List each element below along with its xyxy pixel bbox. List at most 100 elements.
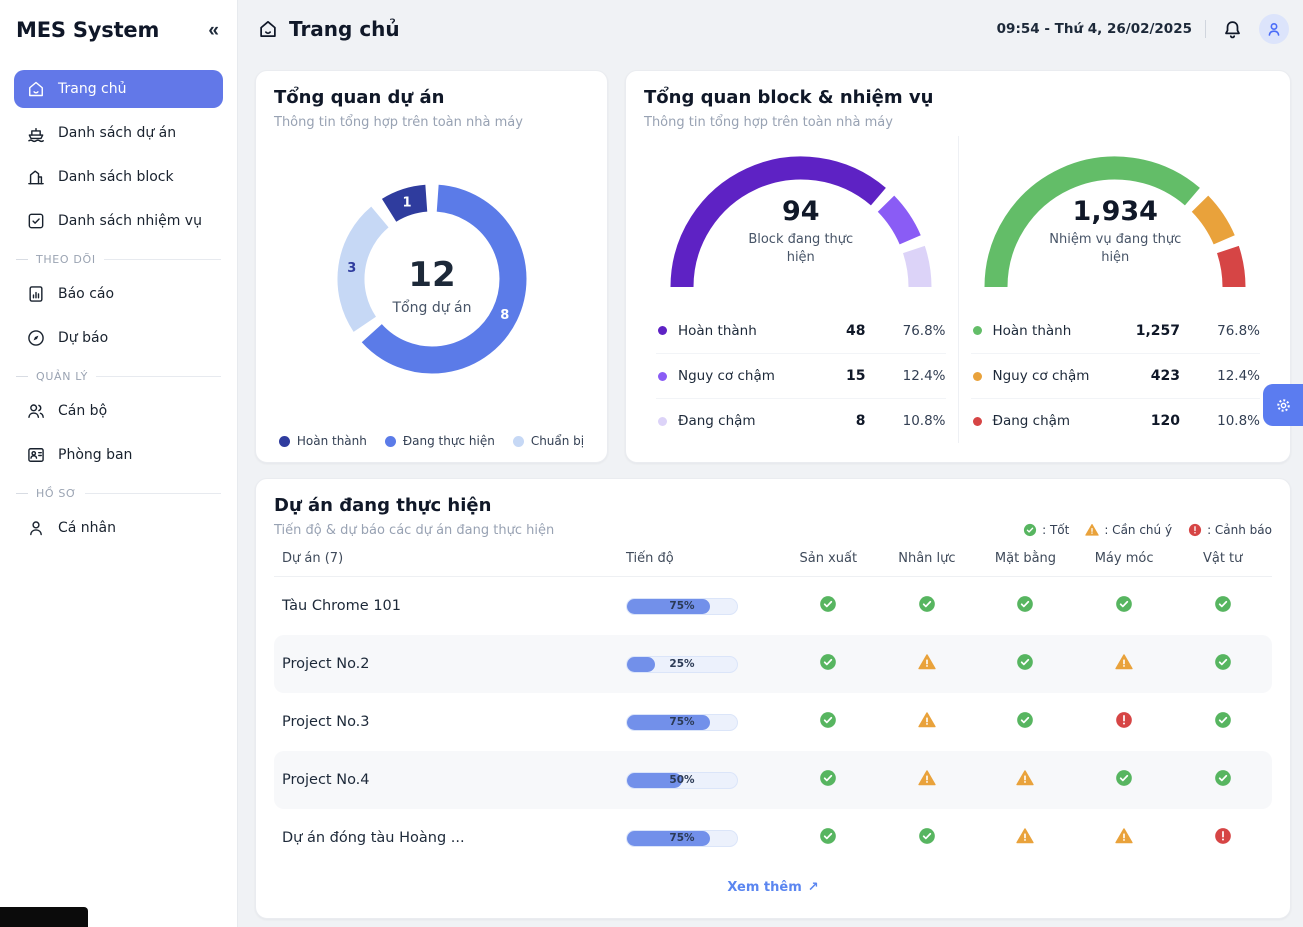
status-cell: [976, 769, 1075, 791]
ship-icon: [26, 123, 46, 143]
card-title: Tổng quan dự án: [274, 87, 589, 108]
sidebar-item-label: Cán bộ: [58, 403, 107, 419]
svg-text:3: 3: [347, 261, 356, 276]
sidebar-item-tasks[interactable]: Danh sách nhiệm vụ: [14, 202, 223, 240]
card-subtitle: Tiến độ & dự báo các dự án đang thực hiệ…: [274, 523, 554, 538]
task-count-label: Nhiệm vụ đang thực hiện: [1049, 231, 1181, 266]
status-cell: [878, 595, 977, 617]
status-cell: [976, 827, 1075, 849]
status-good-icon: [1016, 711, 1034, 729]
status-good-icon: [918, 595, 936, 613]
status-cell: [1173, 769, 1272, 791]
status-cell: [878, 711, 977, 733]
sidebar-item-projects[interactable]: Danh sách dự án: [14, 114, 223, 152]
column-header: Máy móc: [1075, 551, 1174, 566]
status-cell: [779, 653, 878, 675]
svg-text:1: 1: [402, 196, 411, 211]
sidebar-section-monitoring: THEO DÕI: [16, 253, 221, 266]
gauge-legend-row: Hoàn thành 48 76.8%: [656, 308, 946, 353]
home-icon: [257, 18, 279, 40]
status-cell: [1075, 653, 1174, 675]
table-row[interactable]: Project No.3 75%: [274, 693, 1272, 751]
status-cell: [1173, 711, 1272, 733]
column-header: Tiến độ: [619, 551, 779, 566]
status-good-icon: [819, 653, 837, 671]
status-cell: [1075, 595, 1174, 617]
sidebar-item-blocks[interactable]: Danh sách block: [14, 158, 223, 196]
gear-icon: [1274, 396, 1293, 415]
svg-text:12: 12: [408, 255, 455, 295]
project-name-cell: Tàu Chrome 101: [274, 598, 619, 614]
status-good-icon: [819, 827, 837, 845]
sidebar-section-management: QUẢN LÝ: [16, 370, 221, 383]
sidebar-item-forecast[interactable]: Dự báo: [14, 319, 223, 357]
column-header: Sản xuất: [779, 551, 878, 566]
id-card-icon: [26, 445, 46, 465]
sidebar-item-label: Danh sách block: [58, 169, 174, 185]
gauge-legend-row: Nguy cơ chậm 423 12.4%: [971, 353, 1261, 398]
svg-text:Tổng dự án: Tổng dự án: [391, 299, 471, 316]
page-title: Trang chủ: [257, 17, 400, 41]
progress-cell: 75%: [619, 598, 779, 615]
status-legend-item: : Cần chú ý: [1085, 523, 1172, 537]
status-warn-icon: [1115, 827, 1133, 845]
progress-cell: 75%: [619, 714, 779, 731]
sidebar-item-staff[interactable]: Cán bộ: [14, 392, 223, 430]
column-header: Vật tư: [1173, 551, 1272, 566]
status-warn-icon: [918, 769, 936, 787]
home-icon: [26, 79, 46, 99]
project-name-cell: Project No.3: [274, 714, 619, 730]
browser-status-bubble: [0, 907, 88, 927]
see-more-link[interactable]: Xem thêm ↗: [274, 867, 1272, 901]
table-row[interactable]: Tàu Chrome 101 75%: [274, 577, 1272, 635]
status-cell: [1173, 653, 1272, 675]
card-title: Tổng quan block & nhiệm vụ: [644, 87, 1272, 108]
table-row[interactable]: Dự án đóng tàu Hoàng ... 75%: [274, 809, 1272, 867]
sidebar-collapse-button[interactable]: «: [208, 21, 219, 40]
sidebar-header: MES System «: [16, 18, 219, 42]
status-cell: [779, 827, 878, 849]
report-icon: [26, 284, 46, 304]
project-donut-chart: 83112Tổng dự án: [274, 130, 589, 432]
status-cell: [976, 711, 1075, 733]
sidebar-item-departments[interactable]: Phòng ban: [14, 436, 223, 474]
user-avatar[interactable]: [1259, 14, 1289, 44]
gauge-legend-row: Hoàn thành 1,257 76.8%: [971, 308, 1261, 353]
sidebar-item-home[interactable]: Trang chủ: [14, 70, 223, 108]
compass-icon: [26, 328, 46, 348]
status-good-icon: [819, 595, 837, 613]
progress-cell: 25%: [619, 656, 779, 673]
notifications-button[interactable]: [1219, 16, 1246, 43]
table-body: Tàu Chrome 101 75% Project No.2 25% Proj…: [274, 577, 1272, 867]
sidebar: MES System « Trang chủ Danh sách dự án D…: [0, 0, 238, 927]
block-count-label: Block đang thực hiện: [735, 231, 867, 266]
status-cell: [1173, 827, 1272, 849]
task-gauge-panel: 1,934 Nhiệm vụ đang thực hiện Hoàn thành…: [958, 136, 1273, 443]
sidebar-section-profile: HỒ SƠ: [16, 487, 221, 500]
user-icon: [1264, 19, 1284, 39]
sidebar-item-reports[interactable]: Báo cáo: [14, 275, 223, 313]
sidebar-item-personal[interactable]: Cá nhân: [14, 509, 223, 547]
status-alert-icon: [1115, 711, 1133, 729]
status-cell: [976, 595, 1075, 617]
legend-item: Hoàn thành: [279, 434, 367, 448]
table-row[interactable]: Project No.2 25%: [274, 635, 1272, 693]
block-task-overview-card: Tổng quan block & nhiệm vụ Thông tin tổn…: [625, 70, 1291, 463]
status-alert-icon: [1214, 827, 1232, 845]
settings-fab[interactable]: [1263, 384, 1303, 426]
table-row[interactable]: Project No.4 50%: [274, 751, 1272, 809]
sidebar-item-label: Danh sách dự án: [58, 125, 176, 141]
status-cell: [1075, 769, 1174, 791]
status-good-icon: [1214, 711, 1232, 729]
divider: [1205, 20, 1206, 38]
card-subtitle: Thông tin tổng hợp trên toàn nhà máy: [274, 115, 589, 130]
task-count: 1,934: [1049, 196, 1181, 227]
status-good-icon: [1016, 595, 1034, 613]
sidebar-item-label: Danh sách nhiệm vụ: [58, 213, 202, 229]
table-header-row: Dự án (7)Tiến độSản xuấtNhân lựcMặt bằng…: [274, 551, 1272, 577]
checklist-icon: [26, 211, 46, 231]
user-icon: [26, 518, 46, 538]
sidebar-item-label: Dự báo: [58, 330, 108, 346]
status-cell: [976, 653, 1075, 675]
status-warn-icon: [1016, 827, 1034, 845]
